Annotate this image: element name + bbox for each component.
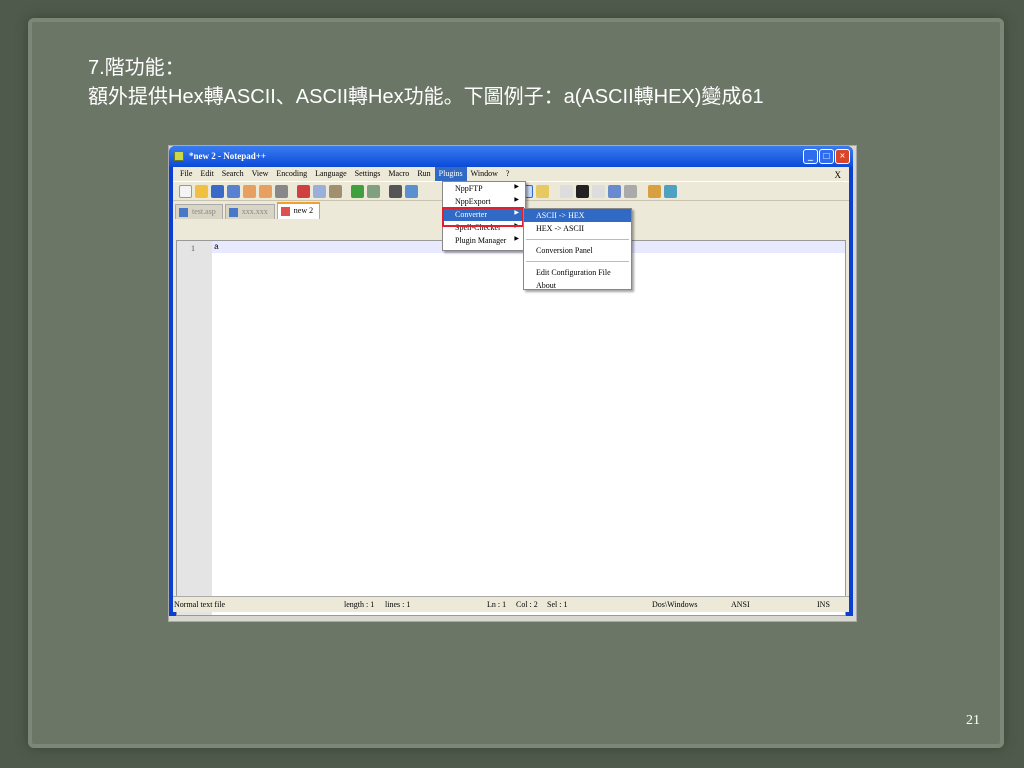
copy-icon[interactable] xyxy=(313,184,326,198)
tab-test-asp[interactable]: test.asp xyxy=(175,204,223,219)
menu-search[interactable]: Search xyxy=(218,167,248,181)
save-icon[interactable] xyxy=(211,184,224,198)
close-icon[interactable] xyxy=(243,184,256,198)
menu-window[interactable]: Window xyxy=(467,167,502,181)
wrap-icon[interactable] xyxy=(536,184,549,198)
window-title: *new 2 - Notepad++ xyxy=(189,151,267,161)
file-icon xyxy=(228,208,238,217)
menu-plugins[interactable]: Plugins xyxy=(434,167,467,181)
title-bar: *new 2 - Notepad++ _ □ × xyxy=(169,146,853,167)
converter-submenu: ASCII -> HEX HEX -> ASCII Conversion Pan… xyxy=(523,208,632,290)
unsaved-file-icon xyxy=(280,207,290,216)
cut-icon[interactable] xyxy=(297,184,310,198)
menu-edit[interactable]: Edit xyxy=(196,167,217,181)
new-file-icon[interactable] xyxy=(179,184,192,198)
menu-separator xyxy=(526,239,629,240)
find-icon[interactable] xyxy=(389,184,402,198)
menu-item-nppftp[interactable]: NppFTP ▶ xyxy=(443,182,525,195)
notepad-icon xyxy=(174,151,184,161)
menu-file[interactable]: File xyxy=(176,167,196,181)
tab-new-2[interactable]: new 2 xyxy=(276,202,321,219)
status-bar: Normal text file length : 1 lines : 1 Ln… xyxy=(173,596,849,612)
close-button[interactable]: × xyxy=(835,149,850,164)
menu-item-hex-to-ascii[interactable]: HEX -> ASCII xyxy=(524,222,631,235)
status-encoding: ANSI xyxy=(731,600,750,609)
undo-icon[interactable] xyxy=(351,184,364,198)
menu-view[interactable]: View xyxy=(248,167,273,181)
menu-item-conversion-panel[interactable]: Conversion Panel xyxy=(524,244,631,257)
plugin-icon[interactable] xyxy=(648,184,661,198)
status-length: length : 1 xyxy=(344,600,375,609)
menu-encoding[interactable]: Encoding xyxy=(272,167,311,181)
line-number: 1 xyxy=(177,241,212,615)
tab-xxx[interactable]: xxx.xxx xyxy=(224,204,275,219)
close-all-icon[interactable] xyxy=(259,184,272,198)
run-macro-multiple-icon[interactable] xyxy=(608,184,621,198)
menu-bar: File Edit Search View Encoding Language … xyxy=(173,167,849,181)
redo-icon[interactable] xyxy=(367,184,380,198)
file-icon xyxy=(179,208,188,217)
editor-area[interactable]: 1 a xyxy=(176,240,846,616)
menu-separator xyxy=(526,261,629,262)
menu-macro[interactable]: Macro xyxy=(384,167,413,181)
menu-settings[interactable]: Settings xyxy=(351,167,385,181)
menu-item-ascii-to-hex[interactable]: ASCII -> HEX xyxy=(524,209,631,222)
notepad-screenshot: *new 2 - Notepad++ _ □ × File Edit Searc… xyxy=(168,145,857,622)
maximize-button[interactable]: □ xyxy=(819,149,834,164)
menu-run[interactable]: Run xyxy=(413,167,434,181)
play-macro-icon[interactable] xyxy=(592,184,605,198)
menu-language[interactable]: Language xyxy=(311,167,351,181)
open-file-icon[interactable] xyxy=(195,184,208,198)
save-all-icon[interactable] xyxy=(227,184,240,198)
menu-item-plugin-manager[interactable]: Plugin Manager ▶ xyxy=(443,234,525,247)
status-mode: INS xyxy=(817,600,830,609)
menu-item-edit-config[interactable]: Edit Configuration File xyxy=(524,266,631,279)
status-sel: Sel : 1 xyxy=(547,600,568,609)
slide-title: 7.階功能： xyxy=(88,57,185,79)
status-file-type: Normal text file xyxy=(174,600,226,609)
menu-item-about[interactable]: About xyxy=(524,279,631,292)
replace-icon[interactable] xyxy=(405,184,418,198)
paste-icon[interactable] xyxy=(329,184,342,198)
minimize-button[interactable]: _ xyxy=(803,149,818,164)
stop-macro-icon[interactable] xyxy=(576,184,589,198)
save-macro-icon[interactable] xyxy=(624,184,637,198)
record-macro-icon[interactable] xyxy=(560,184,573,198)
page-number: 21 xyxy=(966,713,980,728)
status-col: Col : 2 xyxy=(516,600,538,609)
spell-check-icon[interactable] xyxy=(664,184,677,198)
print-icon[interactable] xyxy=(275,184,288,198)
close-document-button[interactable]: X xyxy=(831,168,846,180)
highlight-box xyxy=(442,207,524,227)
slide-subtitle: 額外提供Hex轉ASCII、ASCII轉Hex功能。下圖例子：a(ASCII轉H… xyxy=(88,86,764,108)
status-eol: Dos\Windows xyxy=(652,600,698,609)
status-lines: lines : 1 xyxy=(385,600,411,609)
menu-help[interactable]: ? xyxy=(502,167,514,181)
status-ln: Ln : 1 xyxy=(487,600,507,609)
